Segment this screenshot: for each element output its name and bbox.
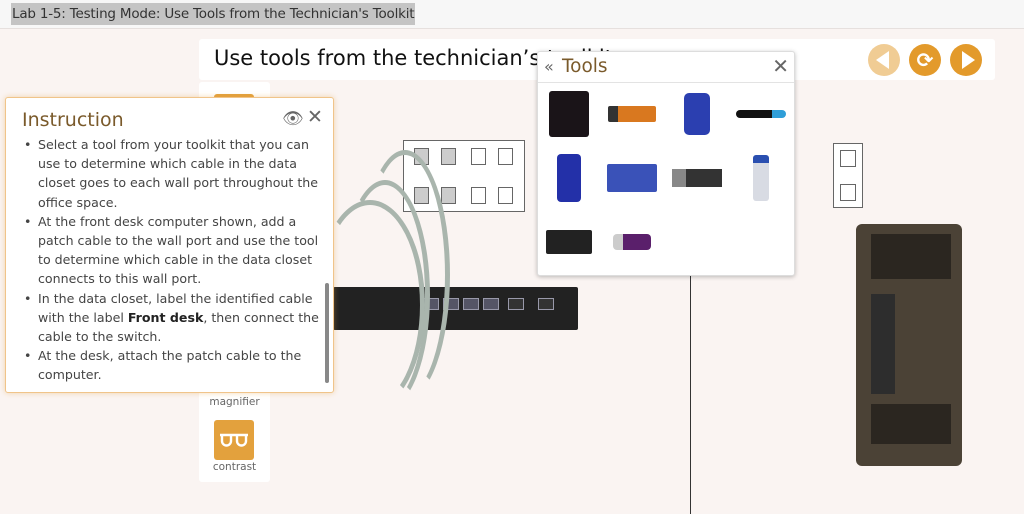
eye-icon[interactable]: 👁 bbox=[282, 109, 304, 129]
room-divider bbox=[690, 276, 691, 514]
desktop-computer[interactable] bbox=[856, 224, 962, 466]
tool-compressed-air[interactable] bbox=[736, 154, 786, 202]
tool-outlet-tester[interactable] bbox=[672, 90, 722, 138]
instruction-item: Select a tool from your toolkit that you… bbox=[22, 135, 322, 212]
instruction-title: Instruction bbox=[22, 109, 124, 131]
collapse-icon[interactable]: « bbox=[544, 57, 554, 76]
instruction-panel: Instruction 👁 ✕ Select a tool from your … bbox=[5, 97, 334, 393]
magnifier-label: magnifier bbox=[209, 396, 260, 408]
scrollbar[interactable] bbox=[325, 283, 329, 383]
tool-loopback-plug[interactable] bbox=[607, 218, 657, 266]
wall-port[interactable] bbox=[498, 187, 513, 204]
close-icon[interactable]: ✕ bbox=[307, 106, 323, 128]
wall-plate-desk[interactable] bbox=[833, 143, 863, 208]
tool-usb-device[interactable] bbox=[607, 90, 657, 138]
previous-button[interactable] bbox=[868, 44, 900, 76]
wall-port[interactable] bbox=[471, 187, 486, 204]
tool-crimper[interactable] bbox=[736, 90, 786, 138]
instruction-item: In the data closet, label the identified… bbox=[22, 289, 322, 347]
power-supply bbox=[871, 234, 951, 279]
reset-button[interactable]: ⟳ bbox=[909, 44, 941, 76]
instruction-list: Select a tool from your toolkit that you… bbox=[22, 135, 322, 385]
instruction-bold: Front desk bbox=[127, 309, 204, 325]
switch-port[interactable] bbox=[463, 298, 479, 310]
patch-cable[interactable] bbox=[360, 150, 450, 400]
close-icon[interactable]: ✕ bbox=[772, 54, 789, 78]
expansion-slots bbox=[871, 404, 951, 444]
tool-usb-post-card[interactable] bbox=[672, 154, 722, 202]
tool-power-supply-tester[interactable] bbox=[544, 218, 594, 266]
tools-panel: « Tools ✕ bbox=[537, 51, 795, 276]
play-left-icon bbox=[876, 51, 889, 69]
switch-port[interactable] bbox=[508, 298, 524, 310]
next-button[interactable] bbox=[950, 44, 982, 76]
tool-post-card[interactable] bbox=[607, 154, 657, 202]
play-right-icon bbox=[961, 51, 975, 69]
glasses-icon bbox=[220, 433, 248, 447]
wall-port[interactable] bbox=[840, 150, 856, 167]
tool-cable-tester[interactable] bbox=[544, 90, 594, 138]
switch-port[interactable] bbox=[538, 298, 554, 310]
wall-port[interactable] bbox=[498, 148, 513, 165]
refresh-icon: ⟳ bbox=[916, 48, 934, 72]
instruction-item: At the desk, attach the patch cable to t… bbox=[22, 346, 322, 384]
window-title: Lab 1-5: Testing Mode: Use Tools from th… bbox=[11, 3, 416, 25]
instruction-item: At the front desk computer shown, add a … bbox=[22, 212, 322, 289]
contrast-button[interactable] bbox=[214, 420, 254, 460]
wall-port[interactable] bbox=[840, 184, 856, 201]
io-panel bbox=[871, 294, 895, 394]
switch-port[interactable] bbox=[483, 298, 499, 310]
wall-port[interactable] bbox=[441, 187, 456, 204]
title-bar: Lab 1-5: Testing Mode: Use Tools from th… bbox=[0, 0, 1024, 29]
contrast-label: contrast bbox=[212, 461, 257, 473]
tools-title: Tools bbox=[562, 56, 608, 77]
wall-port[interactable] bbox=[441, 148, 456, 165]
wall-port[interactable] bbox=[471, 148, 486, 165]
tool-multimeter[interactable] bbox=[544, 154, 594, 202]
